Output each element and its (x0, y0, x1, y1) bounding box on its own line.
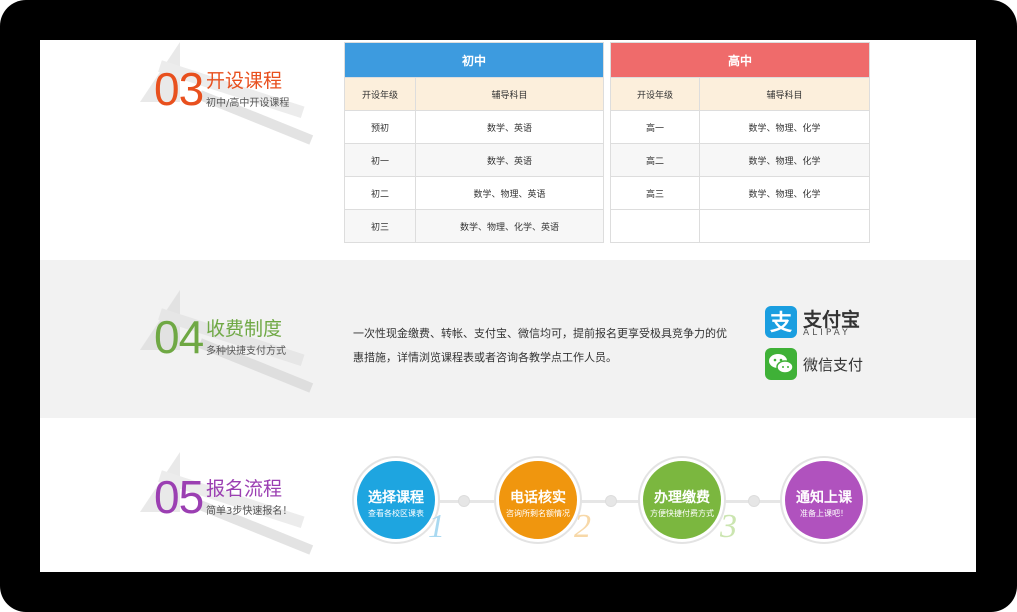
step-title: 办理缴费 (654, 490, 710, 506)
alipay-en-label: ALIPAY (803, 328, 851, 338)
grade-cell (610, 209, 700, 243)
subject-cell (699, 209, 870, 243)
connector-dot (748, 495, 760, 507)
fee-description: 一次性现金缴费、转帐、支付宝、微信均可，提前报名更享受极具竞争力的优惠措施，详情… (353, 327, 727, 364)
step-number: 3 (720, 508, 737, 545)
section-subtitle: 初中/高中开设课程 (206, 98, 290, 109)
step-subtitle: 方便快捷付费方式 (650, 509, 714, 518)
table-row: 高二 数学、物理、化学 (610, 143, 870, 177)
subject-cell: 数学、物理、英语 (415, 176, 604, 210)
section-subtitle: 简单3步快速报名！ (206, 506, 293, 517)
subject-cell: 数学、物理、化学 (699, 110, 870, 144)
subject-cell: 数学、物理、化学、英语 (415, 209, 604, 243)
table-row: 高一 数学、物理、化学 (610, 110, 870, 144)
step-number: 1 (428, 508, 445, 545)
section-title: 开设课程 (206, 70, 283, 92)
step-subtitle: 咨询所剩名额情况 (506, 509, 570, 518)
subject-cell: 数学、英语 (415, 143, 604, 177)
table-row: 初三 数学、物理、化学、英语 (344, 209, 604, 243)
step-select-course: 选择课程 查看各校区课表 (354, 458, 438, 542)
grade-cell: 高三 (610, 176, 700, 210)
grade-cell: 初二 (344, 176, 416, 210)
column-header: 开设年级 (610, 77, 700, 111)
column-header: 辅导科目 (415, 77, 604, 111)
step-title: 通知上课 (796, 490, 852, 506)
alipay-icon: 支 (765, 306, 797, 338)
connector-dot (458, 495, 470, 507)
svg-text:支: 支 (770, 311, 793, 336)
step-subtitle: 查看各校区课表 (368, 509, 424, 518)
section-title: 报名流程 (206, 478, 283, 500)
device-frame: 03 开设课程 初中/高中开设课程 初中 开设年级 辅导科目 预初 数学、英语 初一… (0, 0, 1017, 612)
step-notify-class: 通知上课 准备上课吧！ (782, 458, 866, 542)
grade-cell: 预初 (344, 110, 416, 144)
section-number: 05 (154, 471, 204, 523)
step-number: 2 (574, 508, 591, 545)
subject-cell: 数学、物理、化学 (699, 176, 870, 210)
wechat-icon (765, 348, 797, 380)
grade-cell: 初一 (344, 143, 416, 177)
grade-cell: 高一 (610, 110, 700, 144)
table-title: 初中 (344, 42, 604, 78)
section-number: 04 (154, 311, 204, 363)
table-row: 预初 数学、英语 (344, 110, 604, 144)
table-row: 初二 数学、物理、英语 (344, 176, 604, 210)
column-header: 开设年级 (344, 77, 416, 111)
grade-cell: 高二 (610, 143, 700, 177)
grade-cell: 初三 (344, 209, 416, 243)
connector-dot (605, 495, 617, 507)
table-row: 高三 数学、物理、化学 (610, 176, 870, 210)
subject-cell: 数学、英语 (415, 110, 604, 144)
column-header: 辅导科目 (699, 77, 870, 111)
step-phone-verify: 电话核实 咨询所剩名额情况 (496, 458, 580, 542)
step-payment: 办理缴费 方便快捷付费方式 (640, 458, 724, 542)
junior-course-table: 初中 开设年级 辅导科目 预初 数学、英语 初一 数学、英语 初二 数学、物理、英语 初… (344, 42, 604, 243)
step-title: 电话核实 (510, 490, 566, 506)
wechat-pay-label: 微信支付 (803, 356, 864, 374)
table-title: 高中 (610, 42, 870, 78)
senior-course-table: 高中 开设年级 辅导科目 高一 数学、物理、化学 高二 数学、物理、化学 高三 数学、物… (610, 42, 870, 243)
section-subtitle: 多种快捷支付方式 (206, 346, 286, 357)
section-title: 收费制度 (206, 318, 283, 340)
table-row: 初一 数学、英语 (344, 143, 604, 177)
page-screen: 03 开设课程 初中/高中开设课程 初中 开设年级 辅导科目 预初 数学、英语 初一… (40, 40, 976, 572)
table-row (610, 209, 870, 243)
step-subtitle: 准备上课吧！ (800, 509, 848, 518)
subject-cell: 数学、物理、化学 (699, 143, 870, 177)
section-number: 03 (154, 63, 204, 115)
step-title: 选择课程 (368, 490, 424, 506)
